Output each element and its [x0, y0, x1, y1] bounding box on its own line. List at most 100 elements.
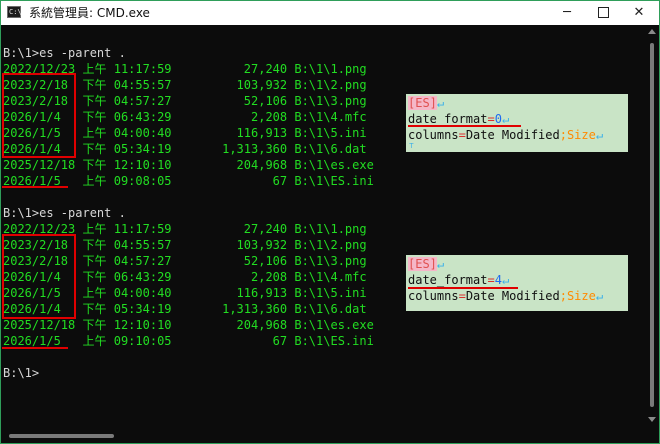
row-ampm: 下午 — [82, 254, 107, 268]
ini-date-format-line: date_format=4↵ — [408, 273, 510, 287]
row-path: B:\1\2.png — [287, 78, 367, 92]
row-size: 67 — [171, 174, 288, 188]
row-path: B:\1\3.png — [287, 94, 367, 108]
cmd-window: C:\ 系統管理員: CMD.exe ─ ✕ B:\1>es -parent .… — [0, 0, 660, 444]
row-ampm: 下午 — [82, 110, 107, 124]
row-time: 05:34:19 — [106, 142, 172, 156]
row-path: B:\1\es.exe — [287, 318, 374, 332]
row-size: 2,208 — [171, 110, 288, 124]
highlight-underline-es-ini-2 — [2, 347, 68, 349]
row-time: 04:55:57 — [106, 78, 172, 92]
row-time: 06:43:29 — [106, 270, 172, 284]
ini-columns-line: columns=Date Modified;Size↵ — [408, 289, 604, 303]
row-date: 2025/12/18 — [3, 318, 83, 332]
row-size: 52,106 — [171, 254, 288, 268]
ini-columns-line: columns=Date Modified;Size↵ — [408, 128, 604, 142]
row-path: B:\1\4.mfc — [287, 110, 367, 124]
ini-section-line: [ES]↵ — [408, 96, 445, 110]
command-line: B:\1>es -parent . — [3, 206, 126, 220]
row-ampm: 下午 — [82, 318, 107, 332]
vertical-scroll-thumb[interactable] — [650, 43, 654, 407]
vertical-scrollbar[interactable] — [645, 25, 659, 429]
row-time: 04:00:40 — [106, 126, 172, 140]
title-bar[interactable]: C:\ 系統管理員: CMD.exe ─ ✕ — [1, 1, 659, 25]
highlight-underline-es-ini-1 — [2, 186, 68, 188]
row-ampm: 上午 — [82, 334, 107, 348]
ini-snippet-2: [ES]↵ date_format=4↵ columns=Date Modifi… — [406, 255, 628, 311]
row-path: B:\1\ES.ini — [287, 174, 374, 188]
row-size: 1,313,360 — [171, 142, 288, 156]
close-button[interactable]: ✕ — [621, 1, 657, 25]
console-row: 2025/12/18 下午 12:10:10 204,968 B:\1\es.e… — [3, 157, 374, 173]
row-size: 1,313,360 — [171, 302, 288, 316]
row-time: 12:10:10 — [106, 158, 172, 172]
row-time: 04:00:40 — [106, 286, 172, 300]
row-size: 27,240 — [171, 222, 288, 236]
row-size: 67 — [171, 334, 288, 348]
row-ampm: 上午 — [82, 222, 107, 236]
row-ampm: 下午 — [82, 238, 107, 252]
row-size: 52,106 — [171, 94, 288, 108]
row-path: B:\1\ES.ini — [287, 334, 374, 348]
row-path: B:\1\5.ini — [287, 126, 367, 140]
highlight-underline-1 — [408, 125, 521, 127]
ini-snippet-1: [ES]↵ date_format=0↵ columns=Date Modifi… — [406, 94, 628, 152]
maximize-icon — [597, 7, 609, 18]
scroll-up-icon[interactable] — [648, 29, 656, 34]
row-time: 04:57:27 — [106, 94, 172, 108]
row-ampm: 上午 — [82, 126, 107, 140]
row-ampm: 下午 — [82, 94, 107, 108]
row-time: 04:57:27 — [106, 254, 172, 268]
row-path: B:\1\3.png — [287, 254, 367, 268]
row-ampm: 上午 — [82, 286, 107, 300]
highlight-box-1 — [2, 73, 76, 158]
row-date: 2026/1/5 — [3, 334, 83, 348]
row-size: 103,932 — [171, 78, 288, 92]
highlight-underline-2 — [408, 287, 518, 289]
row-ampm: 下午 — [82, 142, 107, 156]
row-path: B:\1\1.png — [287, 222, 367, 236]
row-time: 11:17:59 — [106, 222, 172, 236]
row-path: B:\1\6.dat — [287, 302, 367, 316]
final-prompt: B:\1> — [3, 366, 40, 380]
row-time: 06:43:29 — [106, 110, 172, 124]
row-time: 04:55:57 — [106, 238, 172, 252]
row-path: B:\1\5.ini — [287, 286, 367, 300]
row-ampm: 上午 — [82, 62, 107, 76]
window-title: 系統管理員: CMD.exe — [29, 6, 150, 20]
row-time: 05:34:19 — [106, 302, 172, 316]
row-path: B:\1\es.exe — [287, 158, 374, 172]
row-size: 116,913 — [171, 286, 288, 300]
row-date: 2025/12/18 — [3, 158, 83, 172]
console-row: 2025/12/18 下午 12:10:10 204,968 B:\1\es.e… — [3, 317, 374, 333]
row-path: B:\1\6.dat — [287, 142, 367, 156]
row-size: 103,932 — [171, 238, 288, 252]
command-line: B:\1>es -parent . — [3, 46, 126, 60]
minimize-button[interactable]: ─ — [549, 1, 585, 25]
row-size: 204,968 — [171, 318, 288, 332]
row-ampm: 下午 — [82, 270, 107, 284]
row-time: 12:10:10 — [106, 318, 172, 332]
horizontal-scroll-thumb[interactable] — [9, 434, 114, 438]
horizontal-scrollbar[interactable] — [1, 429, 645, 443]
row-path: B:\1\1.png — [287, 62, 367, 76]
row-path: B:\1\4.mfc — [287, 270, 367, 284]
row-ampm: 下午 — [82, 78, 107, 92]
row-size: 116,913 — [171, 126, 288, 140]
row-size: 2,208 — [171, 270, 288, 284]
ini-eof-mark: ⊤ — [409, 141, 414, 150]
maximize-button[interactable] — [585, 1, 621, 25]
console-output[interactable]: B:\1>es -parent . 2022/12/23 上午 11:17:59 … — [1, 25, 645, 429]
row-ampm: 下午 — [82, 302, 107, 316]
row-time: 11:17:59 — [106, 62, 172, 76]
row-ampm: 上午 — [82, 174, 107, 188]
row-path: B:\1\2.png — [287, 238, 367, 252]
row-time: 09:10:05 — [106, 334, 172, 348]
highlight-box-2 — [2, 234, 76, 319]
row-size: 27,240 — [171, 62, 288, 76]
scroll-down-icon[interactable] — [648, 417, 656, 422]
ini-section-line: [ES]↵ — [408, 257, 445, 271]
row-time: 09:08:05 — [106, 174, 172, 188]
row-size: 204,968 — [171, 158, 288, 172]
cmd-app-icon[interactable]: C:\ — [7, 6, 22, 18]
